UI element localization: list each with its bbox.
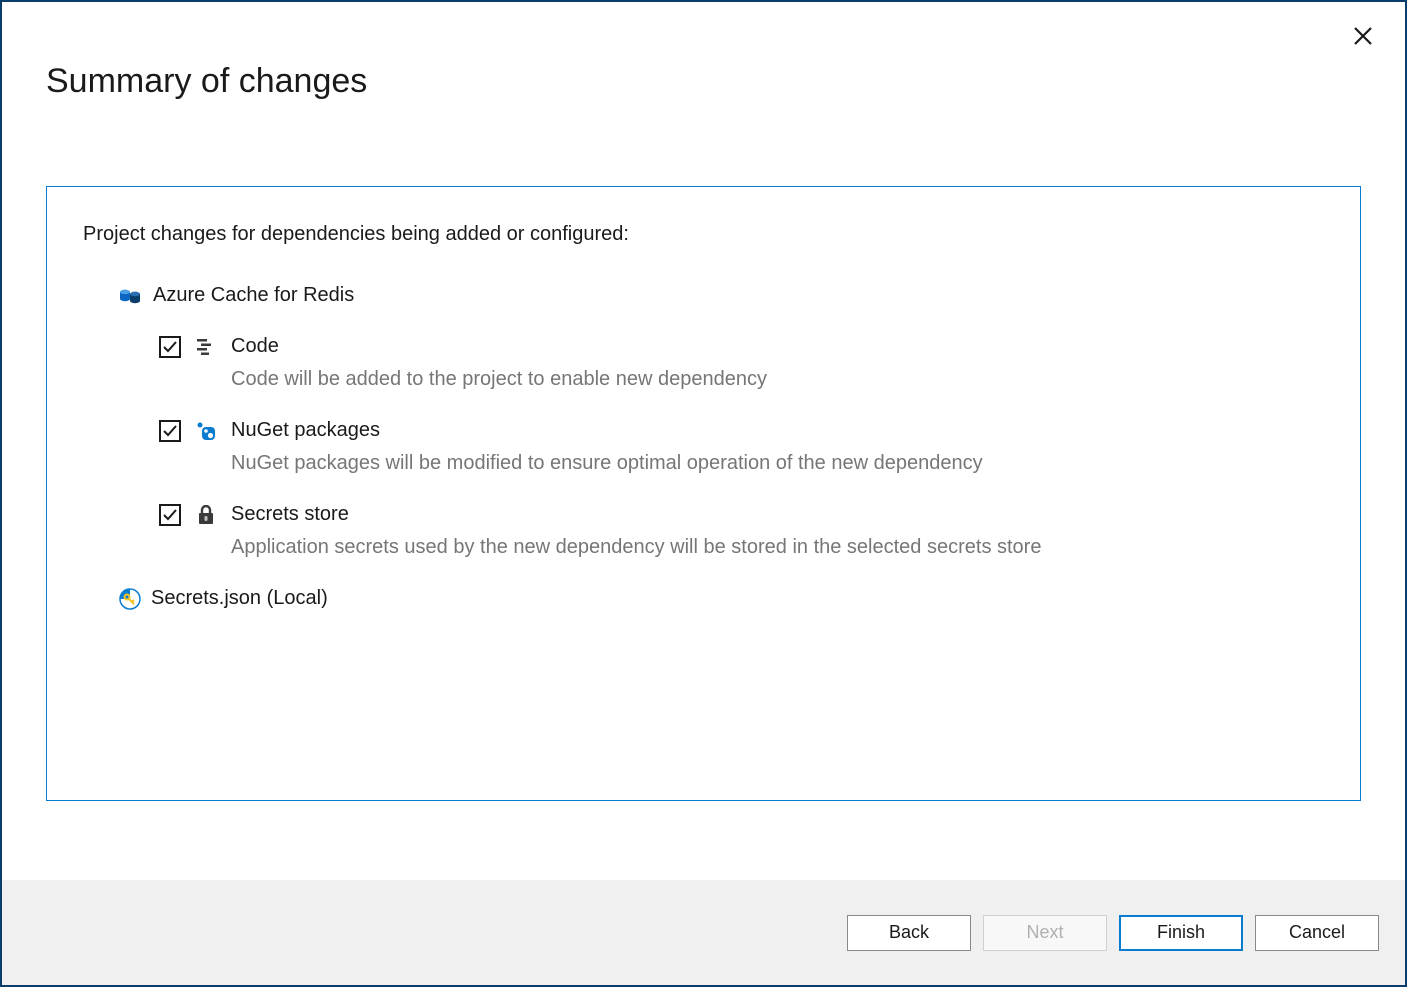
change-description: NuGet packages will be modified to ensur… xyxy=(231,452,1324,475)
secrets-store-label: Secrets.json (Local) xyxy=(151,587,328,610)
close-icon xyxy=(1354,27,1372,45)
close-button[interactable] xyxy=(1351,24,1375,48)
dialog-title: Summary of changes xyxy=(2,2,1405,101)
change-description: Application secrets used by the new depe… xyxy=(231,536,1324,559)
change-item-secrets: Secrets store Application secrets used b… xyxy=(159,503,1324,559)
nuget-package-icon xyxy=(195,420,217,442)
check-icon xyxy=(162,423,178,439)
change-item-code: Code Code will be added to the project t… xyxy=(159,335,1324,391)
change-description: Code will be added to the project to ena… xyxy=(231,368,1324,391)
code-checkbox[interactable] xyxy=(159,336,181,358)
change-title: NuGet packages xyxy=(231,419,380,442)
intro-text: Project changes for dependencies being a… xyxy=(83,223,1324,246)
key-circle-icon xyxy=(119,588,141,610)
secrets-checkbox[interactable] xyxy=(159,504,181,526)
dialog-footer: Back Next Finish Cancel xyxy=(2,880,1405,985)
check-icon xyxy=(162,339,178,355)
check-icon xyxy=(162,507,178,523)
azure-redis-cache-icon xyxy=(119,285,141,307)
change-title: Code xyxy=(231,335,279,358)
code-lines-icon xyxy=(195,336,217,358)
next-button: Next xyxy=(983,915,1107,951)
finish-button[interactable]: Finish xyxy=(1119,915,1243,951)
content-frame: Project changes for dependencies being a… xyxy=(46,186,1361,801)
cancel-button[interactable]: Cancel xyxy=(1255,915,1379,951)
dependency-name: Azure Cache for Redis xyxy=(153,284,354,307)
lock-icon xyxy=(195,504,217,526)
dependency-header: Azure Cache for Redis xyxy=(119,284,1324,307)
nuget-checkbox[interactable] xyxy=(159,420,181,442)
back-button[interactable]: Back xyxy=(847,915,971,951)
change-title: Secrets store xyxy=(231,503,349,526)
secrets-store-row: Secrets.json (Local) xyxy=(119,587,1324,610)
change-item-nuget: NuGet packages NuGet packages will be mo… xyxy=(159,419,1324,475)
